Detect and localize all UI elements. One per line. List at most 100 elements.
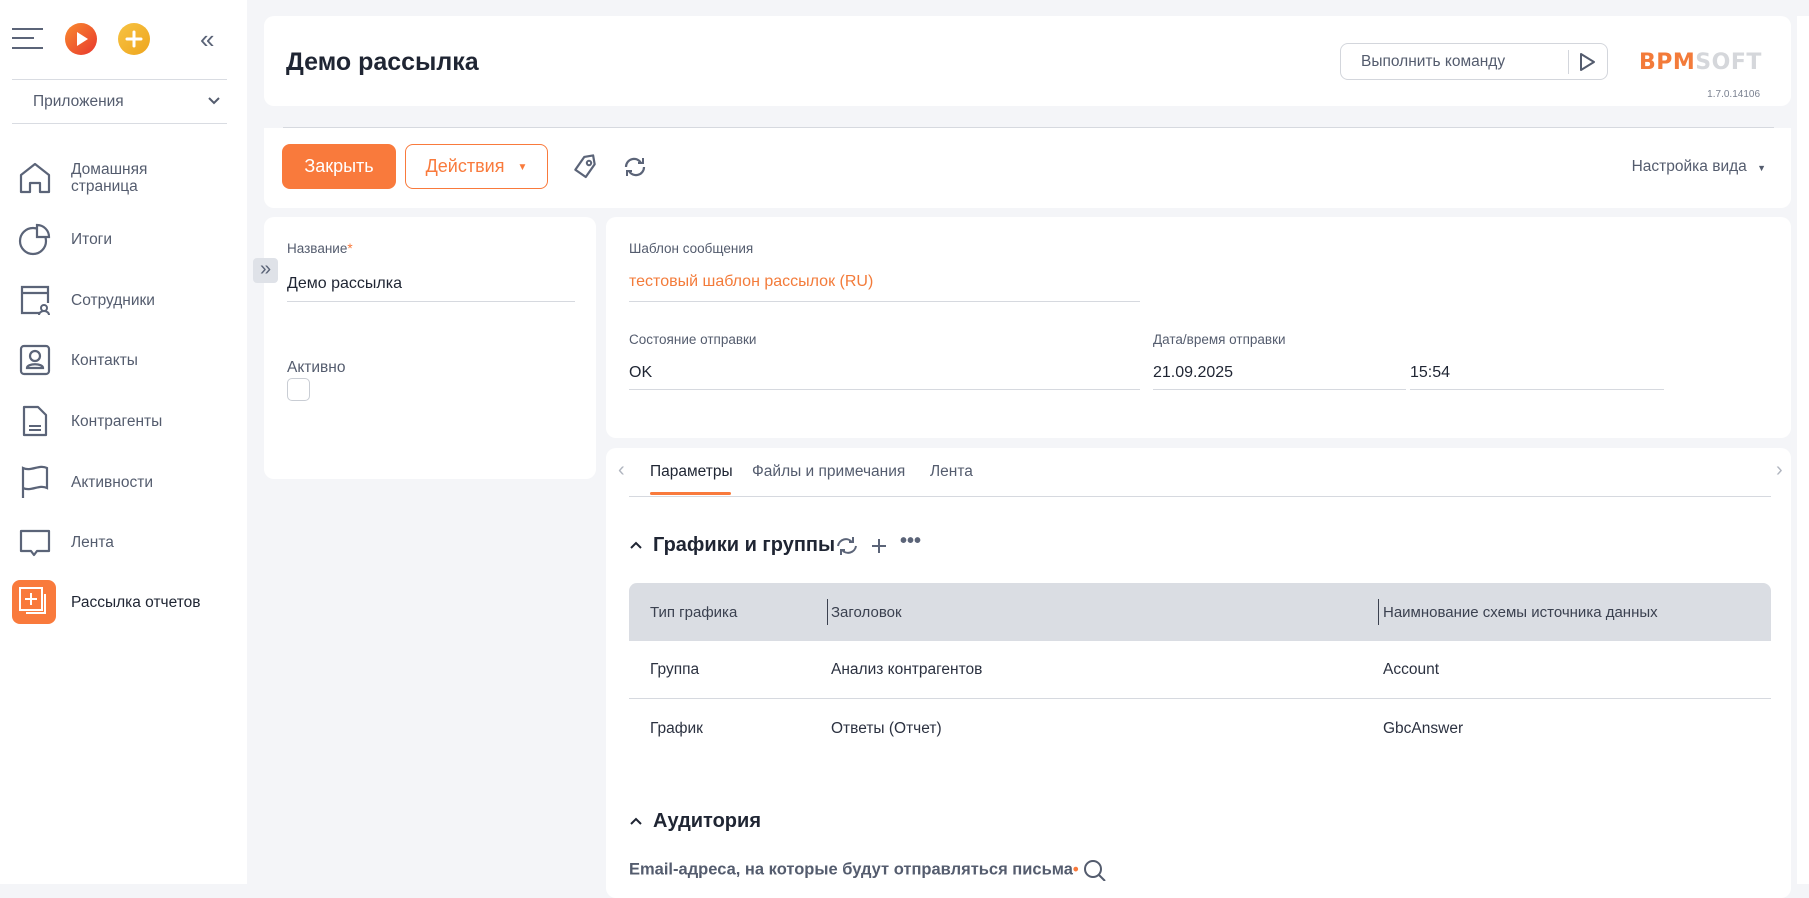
apps-dropdown[interactable]: Приложения [12,84,227,120]
field-underline [1410,389,1664,390]
sidebar-item-feed[interactable]: Лента [0,518,247,566]
refresh-icon[interactable] [622,156,648,178]
actions-button-label: Действия [425,156,505,176]
run-process-icon[interactable] [65,23,97,55]
sidebar-item-home[interactable]: Домашняя страница [0,154,247,202]
cell-title: Ответы (Отчет) [831,720,942,737]
sidebar-item-contacts[interactable]: Контакты [0,336,247,384]
table-row[interactable]: Группа Анализ контрагентов Account [629,641,1771,699]
sidebar: « Приложения Домашняя страница Итоги Сот… [0,0,247,884]
name-label-text: Название [287,241,348,256]
field-underline [287,301,575,302]
tab-files-notes[interactable]: Файлы и примечания [752,463,905,481]
sidebar-item-activities[interactable]: Активности [0,458,247,506]
bpmsoft-logo: BPMSOFT [1639,50,1762,75]
flag-icon [18,465,52,499]
template-link[interactable]: тестовый шаблон рассылок (RU) [629,273,873,291]
active-tab-indicator [650,492,731,495]
employees-icon [18,283,52,317]
time-field[interactable]: 15:54 [1410,364,1450,382]
sidebar-item-report-mailing[interactable]: Рассылка отчетов [0,578,247,626]
column-header-schema[interactable]: Наимнование схемы источника данных [1383,604,1658,621]
field-underline [629,301,1140,302]
main-info-panel: Название* Демо рассылка Активно [264,217,596,479]
section-title: Аудитория [653,810,761,832]
tab-feed[interactable]: Лента [930,463,973,481]
divider [12,123,227,124]
collapse-section-icon[interactable] [628,539,644,551]
expand-panel-button[interactable]: » [253,258,278,283]
add-icon[interactable] [118,23,150,55]
table-row[interactable]: График Ответы (Отчет) GbcAnswer [629,700,1771,758]
sidebar-item-label: Лента [71,533,114,551]
column-divider [1378,599,1379,625]
active-checkbox[interactable] [287,378,310,401]
required-marker: * [347,241,353,256]
add-icon[interactable] [870,537,888,555]
menu-icon[interactable] [12,28,44,50]
sidebar-item-totals[interactable]: Итоги [0,215,247,263]
sidebar-item-label: Рассылка отчетов [71,593,201,611]
section-title: Графики и группы [653,534,836,556]
search-icon[interactable] [1083,859,1107,882]
sidebar-item-label: Домашняя страница [71,161,148,195]
name-label: Название* [287,241,353,256]
sidebar-item-accounts[interactable]: Контрагенты [0,397,247,445]
status-field[interactable]: OK [629,364,652,382]
cell-schema: GbcAnswer [1383,720,1464,737]
sidebar-item-label: Активности [71,473,153,491]
name-field[interactable]: Демо рассылка [287,275,402,293]
pie-chart-icon [18,222,52,256]
tabs-scroll-left-icon[interactable]: ‹ [618,459,625,482]
view-settings-dropdown[interactable]: Настройка вида ▼ [1632,158,1766,176]
execute-command-icon[interactable] [1577,52,1597,72]
sidebar-item-label: Контакты [71,351,138,369]
cell-chart-type: Группа [650,661,700,678]
chevron-down-icon [208,97,220,105]
column-header-chart-type[interactable]: Тип графика [650,604,737,621]
page-title: Демо рассылка [286,48,479,76]
email-label: Email-адреса, на которые будут отправлят… [629,859,1107,882]
header: Демо рассылка Выполнить команду BPMSOFT … [264,16,1791,106]
sidebar-item-label: Сотрудники [71,291,155,309]
divider [12,79,227,80]
tabs-panel: ‹ Параметры Файлы и примечания Лента › Г… [606,448,1791,898]
more-options-icon[interactable]: ••• [900,530,921,553]
collapse-sidebar-icon[interactable]: « [200,26,214,52]
home-icon [18,161,52,195]
actions-button[interactable]: Действия ▼ [405,144,548,189]
field-underline [1153,389,1406,390]
caret-down-icon: ▼ [517,161,528,173]
date-field[interactable]: 21.09.2025 [1153,364,1233,382]
document-icon [18,404,52,438]
contact-icon [18,343,52,377]
report-mailing-icon [12,580,56,624]
collapse-section-icon[interactable] [628,815,644,827]
column-header-title[interactable]: Заголовок [831,604,902,621]
tab-parameters[interactable]: Параметры [650,463,733,481]
tag-icon[interactable] [572,154,598,180]
template-label: Шаблон сообщения [629,241,754,256]
sidebar-item-label: Итоги [71,230,112,248]
details-panel: Шаблон сообщения тестовый шаблон рассыло… [606,217,1791,438]
refresh-icon[interactable] [835,536,859,556]
field-underline [629,389,1140,390]
sidebar-item-label: Контрагенты [71,412,163,430]
cell-chart-type: График [650,720,703,737]
tabs-scroll-right-icon[interactable]: › [1776,459,1783,482]
cell-title: Анализ контрагентов [831,661,983,678]
view-settings-label: Настройка вида [1631,158,1747,175]
version-label: 1.7.0.14106 [1707,89,1760,100]
status-label: Состояние отправки [629,332,757,347]
right-edge-panel [1797,16,1809,884]
sidebar-item-employees[interactable]: Сотрудники [0,276,247,324]
command-input[interactable]: Выполнить команду [1340,43,1608,80]
email-label-text: Email-адреса, на которые будут отправлят… [629,860,1073,879]
datetime-label: Дата/время отправки [1153,332,1286,347]
toolbar: Закрыть Действия ▼ Настройка вида ▼ [264,128,1791,208]
chat-icon [18,525,52,559]
close-button[interactable]: Закрыть [282,144,396,189]
table-header: Тип графика Заголовок Наимнование схемы … [629,583,1771,641]
cell-schema: Account [1383,661,1440,678]
column-divider [827,599,828,625]
